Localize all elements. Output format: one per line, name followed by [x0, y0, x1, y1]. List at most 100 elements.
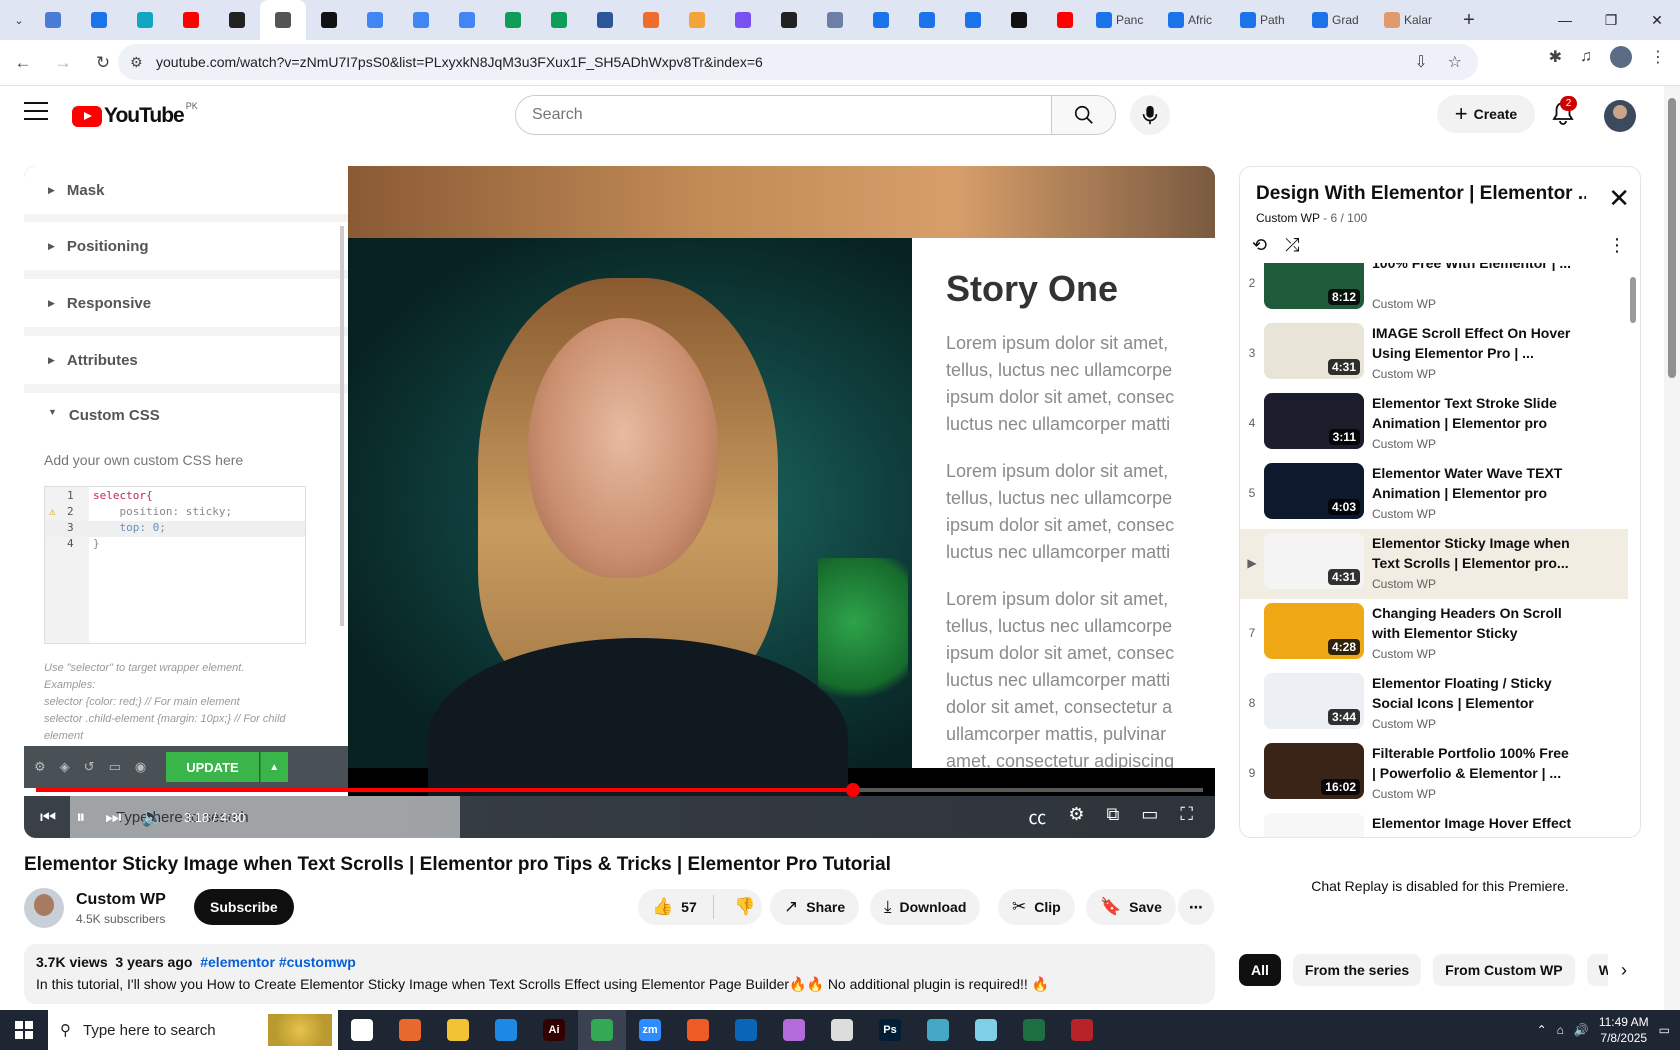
taskbar-app[interactable] [818, 1010, 866, 1050]
taskbar-app[interactable] [674, 1010, 722, 1050]
seek-bar[interactable] [36, 783, 1203, 797]
chevron-up-icon[interactable]: ⌃ [1537, 1023, 1547, 1037]
taskbar-app[interactable] [1058, 1010, 1106, 1050]
chevron-right-icon[interactable]: › [1608, 954, 1640, 986]
speaker-icon[interactable]: 🔊 [1574, 1023, 1589, 1037]
back-button[interactable]: ← [6, 46, 40, 80]
taskbar-app[interactable] [386, 1010, 434, 1050]
playlist-scrollbar[interactable] [1630, 277, 1636, 323]
close-window-button[interactable]: ✕ [1634, 0, 1680, 40]
taskbar-app[interactable] [578, 1010, 626, 1050]
browser-tab[interactable] [398, 0, 444, 40]
dislike-button[interactable]: 👎 [722, 897, 755, 917]
previous-button[interactable]: ⏮ [40, 807, 56, 828]
browser-tab[interactable] [812, 0, 858, 40]
notification-center-icon[interactable]: ▭ [1659, 1023, 1670, 1037]
settings-gear-icon[interactable]: ⚙ [1068, 804, 1084, 830]
like-button[interactable]: 👍 57 [638, 895, 714, 919]
browser-tab[interactable]: Kalar [1376, 0, 1448, 40]
video-thumbnail[interactable]: 4:03 [1264, 463, 1364, 519]
playlist-item-title[interactable]: Elementor Water Wave TEXT Animation | El… [1372, 463, 1572, 503]
voice-search-button[interactable] [1130, 95, 1170, 135]
description-box[interactable]: 3.7K views 3 years ago #elementor #custo… [24, 944, 1215, 1004]
playlist-item[interactable]: 10 Elementor Image Hover Effect | WordPre… [1240, 809, 1628, 837]
close-playlist-icon[interactable]: ✕ [1608, 183, 1630, 214]
captions-icon[interactable]: ㏄ [1028, 804, 1046, 830]
filter-chip[interactable]: From the series [1292, 954, 1422, 986]
restore-button[interactable]: ❐ [1588, 0, 1634, 40]
browser-tab[interactable] [628, 0, 674, 40]
playlist-item-title[interactable]: IMAGE Scroll Effect On Hover Using Eleme… [1372, 323, 1572, 363]
clock[interactable]: 11:49 AM 7/8/2025 [1599, 1014, 1649, 1046]
browser-tab[interactable] [950, 0, 996, 40]
taskbar-search[interactable]: ⚲ Type here to search [48, 1010, 338, 1050]
browser-tab[interactable] [122, 0, 168, 40]
playlist-item-channel[interactable]: Custom WP [1372, 507, 1436, 521]
taskbar-app[interactable] [482, 1010, 530, 1050]
seek-bar-handle[interactable] [845, 783, 860, 797]
playlist-item-channel[interactable]: Custom WP [1372, 297, 1436, 311]
search-button[interactable] [1051, 96, 1115, 134]
clip-button[interactable]: ✂ Clip [998, 889, 1075, 925]
playlist-item-title[interactable]: Elementor Image Hover Effect | WordPress… [1372, 813, 1572, 837]
video-thumbnail[interactable]: 4:31 [1264, 533, 1364, 589]
download-button[interactable]: ⤓ Download [870, 889, 981, 925]
more-actions-button[interactable]: ⋯ [1178, 889, 1214, 925]
playlist-item[interactable]: ▶ 4:31 Elementor Sticky Image when Text Sc… [1240, 529, 1628, 599]
video-thumbnail[interactable]: 4:28 [1264, 603, 1364, 659]
install-app-icon[interactable]: ⇩ [1414, 52, 1427, 72]
taskbar-app[interactable]: zm [626, 1010, 674, 1050]
menu-icon[interactable] [24, 102, 48, 120]
taskbar-app[interactable] [962, 1010, 1010, 1050]
bookmark-star-icon[interactable]: ☆ [1448, 52, 1462, 72]
browser-tab[interactable] [674, 0, 720, 40]
taskbar-app[interactable]: Ai [530, 1010, 578, 1050]
forward-button[interactable]: → [46, 46, 80, 80]
browser-tab[interactable] [904, 0, 950, 40]
playlist-item[interactable]: 5 4:03 Elementor Water Wave TEXT Animation… [1240, 459, 1628, 529]
tab-search-chevron-icon[interactable]: ⌄ [8, 9, 30, 31]
playlist-item-channel[interactable]: Custom WP [1372, 367, 1436, 381]
playlist-item-channel[interactable]: Custom WP [1372, 437, 1436, 451]
browser-tab[interactable] [30, 0, 76, 40]
playlist-item[interactable]: 9 16:02 Filterable Portfolio 100% Free | P… [1240, 739, 1628, 809]
taskbar-app[interactable] [1010, 1010, 1058, 1050]
site-info-icon[interactable]: ⚙ [130, 54, 156, 71]
browser-tab[interactable] [444, 0, 490, 40]
playlist-item-channel[interactable]: Custom WP [1372, 647, 1436, 661]
playlist-item[interactable]: 4 3:11 Elementor Text Stroke Slide Animati… [1240, 389, 1628, 459]
playlist-item-title[interactable]: 100% Free With Elementor | ... [1372, 263, 1572, 293]
browser-tab[interactable]: Panc [1088, 0, 1160, 40]
video-thumbnail[interactable]: 4:31 [1264, 323, 1364, 379]
address-bar[interactable]: ⚙ youtube.com/watch?v=zNmU7I7psS0&list=P… [118, 44, 1478, 80]
browser-menu-icon[interactable]: ⋮ [1650, 47, 1666, 67]
miniplayer-icon[interactable]: ⧉ [1107, 804, 1120, 830]
volume-icon[interactable]: 🔈 [141, 807, 163, 828]
minimize-button[interactable]: — [1542, 0, 1588, 40]
playlist-item-title[interactable]: Elementor Floating / Sticky Social Icons… [1372, 673, 1572, 713]
video-thumbnail[interactable]: 3:44 [1264, 673, 1364, 729]
reload-button[interactable]: ↻ [86, 46, 120, 80]
taskbar-app[interactable] [770, 1010, 818, 1050]
account-avatar[interactable] [1604, 100, 1636, 132]
taskbar-app[interactable] [434, 1010, 482, 1050]
playlist-item-title[interactable]: Filterable Portfolio 100% Free | Powerfo… [1372, 743, 1572, 783]
share-button[interactable]: ↗ Share [770, 889, 860, 925]
hashtags[interactable]: #elementor #customwp [200, 954, 356, 970]
playlist-item-title[interactable]: Changing Headers On Scroll with Elemento… [1372, 603, 1572, 643]
subscribe-button[interactable]: Subscribe [194, 889, 294, 925]
browser-tab[interactable] [720, 0, 766, 40]
browser-tab[interactable]: Grad [1304, 0, 1376, 40]
fullscreen-icon[interactable]: ⛶ [1180, 804, 1193, 830]
media-controls-icon[interactable]: ♫ [1580, 48, 1592, 66]
browser-tab[interactable] [352, 0, 398, 40]
playlist-item[interactable]: 7 4:28 Changing Headers On Scroll with Ele… [1240, 599, 1628, 669]
taskbar-app[interactable]: Ps [866, 1010, 914, 1050]
playlist-item-title[interactable]: Elementor Text Stroke Slide Animation | … [1372, 393, 1572, 433]
browser-tab[interactable] [582, 0, 628, 40]
browser-tab[interactable] [168, 0, 214, 40]
playlist-owner[interactable]: Custom WP [1256, 211, 1320, 225]
playlist-item-channel[interactable]: Custom WP [1372, 717, 1436, 731]
playlist-item[interactable]: 2 8:12 100% Free With Elementor | ... Custo… [1240, 263, 1628, 319]
youtube-logo[interactable]: YouTube PK [72, 101, 198, 128]
